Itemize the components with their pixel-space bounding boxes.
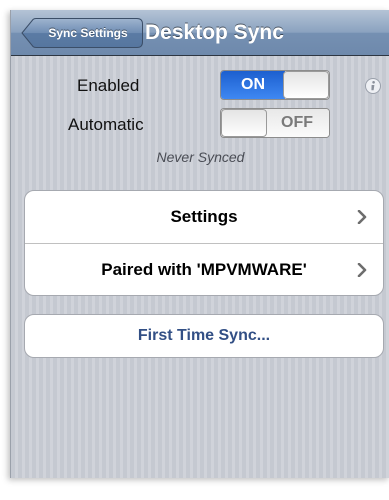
enabled-toggle[interactable]: ON (220, 70, 330, 100)
automatic-toggle-knob[interactable] (221, 109, 267, 137)
paired-device-cell[interactable]: Paired with 'MPVMWARE' (25, 244, 383, 295)
automatic-toggle[interactable]: OFF (220, 108, 330, 138)
enabled-toggle-state: ON (221, 71, 285, 99)
back-button-label: Sync Settings (48, 26, 128, 40)
settings-cell[interactable]: Settings (25, 191, 383, 243)
automatic-label: Automatic (68, 115, 144, 134)
menu-group: Settings Paired with 'MPVMWARE' (24, 190, 384, 296)
app-screen: Sync Settings Desktop Sync Enabled ON Au… (10, 10, 389, 478)
paired-device-cell-label: Paired with 'MPVMWARE' (101, 260, 307, 279)
chevron-right-icon (357, 263, 367, 277)
first-time-sync-button[interactable]: First Time Sync... (24, 314, 384, 358)
sync-status-text: Never Synced (156, 149, 245, 165)
enabled-label: Enabled (77, 76, 140, 95)
settings-cell-label: Settings (170, 207, 238, 226)
enabled-toggle-knob[interactable] (283, 71, 329, 99)
automatic-toggle-state: OFF (265, 109, 329, 137)
chevron-right-icon (357, 210, 367, 224)
info-icon[interactable] (365, 78, 381, 94)
first-time-sync-label: First Time Sync... (137, 327, 271, 344)
navigation-bar: Sync Settings Desktop Sync (11, 10, 389, 56)
page-title: Desktop Sync (145, 21, 284, 44)
back-button[interactable]: Sync Settings (21, 18, 143, 48)
